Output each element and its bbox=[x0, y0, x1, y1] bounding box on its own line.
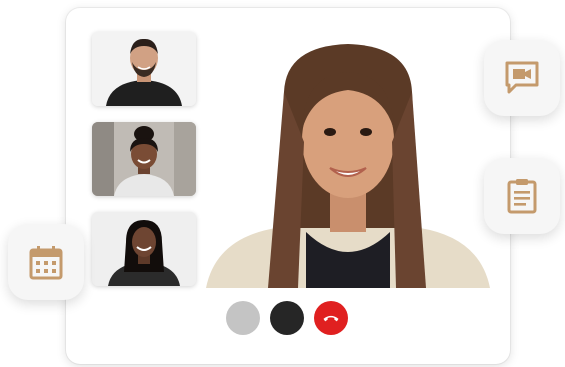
camera-button[interactable] bbox=[270, 301, 304, 335]
hang-up-icon bbox=[323, 315, 339, 322]
video-chat-icon bbox=[505, 61, 539, 94]
mic-button[interactable] bbox=[226, 301, 260, 335]
notes-button[interactable] bbox=[484, 158, 560, 234]
participant-video-1 bbox=[92, 32, 196, 106]
participant-video-2 bbox=[92, 122, 196, 196]
participant-tile-1[interactable] bbox=[92, 32, 196, 106]
video-chat-button[interactable] bbox=[484, 40, 560, 116]
end-call-button[interactable] bbox=[314, 301, 348, 335]
calendar-icon bbox=[29, 246, 63, 280]
main-speaker-video[interactable] bbox=[206, 32, 490, 288]
calendar-button[interactable] bbox=[8, 224, 84, 300]
participant-tile-2[interactable] bbox=[92, 122, 196, 196]
clipboard-icon bbox=[507, 179, 537, 214]
video-call-window bbox=[66, 8, 510, 364]
participant-video-3 bbox=[92, 212, 196, 286]
main-speaker-portrait bbox=[206, 32, 490, 288]
participant-tile-3[interactable] bbox=[92, 212, 196, 286]
call-controls bbox=[226, 300, 366, 336]
